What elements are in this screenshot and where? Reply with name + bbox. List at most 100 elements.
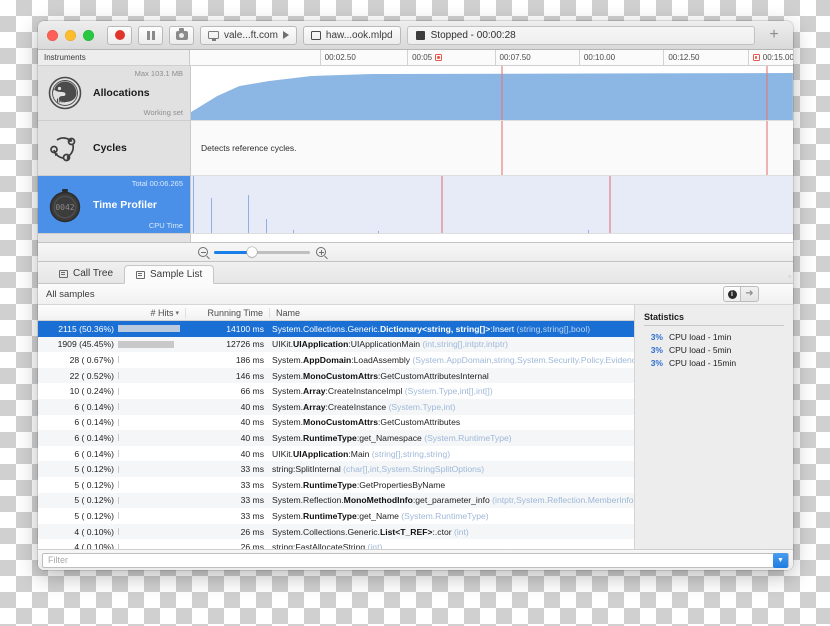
sample-list-table: # Hits ▾ Running Time Name 2115 (50.36%)…	[38, 305, 635, 549]
document-label: haw...ook.mlpd	[325, 29, 393, 41]
symbol-class: RuntimeType	[303, 432, 357, 443]
table-rows[interactable]: 2115 (50.36%) 14100 ms System.Collections.…	[38, 321, 634, 549]
hits-bar-track	[118, 528, 180, 536]
cell-name: System.Array:CreateInstanceImpl (System.…	[270, 386, 634, 396]
hits-bar-fill	[118, 434, 120, 442]
add-instrument-button[interactable]: +	[763, 25, 785, 45]
jump-button[interactable]: ➜	[741, 286, 759, 302]
cell-hits: 5 ( 0.12%)	[38, 511, 186, 521]
document-selector[interactable]: haw...ook.mlpd	[302, 25, 401, 45]
symbol-method: :SplitInternal	[293, 464, 341, 475]
table-row[interactable]: 22 ( 0.52%) 146 ms System.MonoCustomAttrs:…	[38, 367, 634, 384]
statistics-list: 3% CPU load - 1min 3% CPU load - 5min 3% CPU …	[644, 330, 784, 369]
allocations-graph[interactable]	[191, 66, 793, 121]
instrument-name: Cycles	[93, 142, 127, 154]
symbol-namespace: UIKit.	[272, 448, 294, 459]
table-row[interactable]: 1909 (45.45%) 12726 ms UIKit.UIApplication…	[38, 336, 634, 353]
cell-hits: 1909 (45.45%)	[38, 339, 186, 349]
symbol-class: AppDomain	[303, 354, 352, 365]
flag-marker-icon[interactable]	[435, 54, 443, 61]
tab-sample-list[interactable]: Sample List	[124, 265, 215, 284]
minimize-button[interactable]	[65, 29, 76, 41]
record-button[interactable]	[107, 25, 132, 45]
symbol-class: MonoCustomAttrs	[303, 370, 378, 381]
chevron-down-icon[interactable]: ▼	[773, 552, 788, 568]
zoom-slider[interactable]	[214, 247, 310, 257]
hits-bar-track	[118, 372, 180, 380]
camera-icon	[175, 28, 188, 40]
playhead-marker[interactable]	[501, 66, 504, 120]
playhead-marker[interactable]	[609, 176, 612, 233]
symbol-args: (char[],int,System.StringSplitOptions)	[340, 464, 485, 475]
hits-value: 5 ( 0.12%)	[74, 510, 114, 521]
sidebar-item-cycles[interactable]: Cycles	[38, 121, 190, 176]
hits-value: 6 ( 0.14%)	[74, 432, 114, 443]
sidebar-item-allocations[interactable]: Max 103.1 MB Allocations Working set	[38, 66, 190, 121]
symbol-method: :LoadAssembly	[351, 354, 411, 365]
pause-button[interactable]	[138, 25, 163, 45]
column-header-hits[interactable]: # Hits ▾	[38, 307, 186, 318]
filter-input[interactable]: Filter ▼	[42, 552, 789, 568]
resize-handle-icon[interactable]: ▫	[788, 272, 791, 281]
tab-call-tree[interactable]: Call Tree	[48, 264, 124, 283]
table-row[interactable]: 5 ( 0.12%) 33 ms string:SplitInternal (cha…	[38, 461, 634, 477]
symbol-namespace: System.	[272, 370, 304, 381]
cell-hits: 5 ( 0.12%)	[38, 464, 186, 474]
sidebar-item-time-profiler[interactable]: Total 00:06.265 0042 Time Profiler CPU T…	[38, 176, 190, 234]
table-row[interactable]: 4 ( 0.10%) 26 ms System.Collections.Generi…	[38, 523, 634, 540]
cell-hits: 6 ( 0.14%)	[38, 402, 186, 412]
transport-controls	[107, 25, 200, 45]
cell-name: UIKit.UIApplication:UIApplicationMain (i…	[270, 339, 634, 349]
scope-label: All samples	[46, 288, 95, 300]
table-row[interactable]: 4 ( 0.10%) 26 ms string:FastAllocateString…	[38, 539, 634, 549]
symbol-class: Array	[303, 386, 326, 397]
statistic-row: 3% CPU load - 5min	[644, 343, 784, 356]
filter-bar: Filter ▼	[38, 549, 793, 570]
status-text: Stopped - 00:00:28	[430, 29, 516, 41]
flag-marker-icon[interactable]	[752, 54, 760, 61]
hits-value: 28 ( 0.67%)	[69, 354, 114, 365]
allocations-icon	[45, 73, 85, 113]
statistic-value: 3%	[650, 344, 663, 355]
table-row[interactable]: 5 ( 0.12%) 33 ms System.Reflection.MonoMet…	[38, 492, 634, 509]
symbol-class: RuntimeType	[303, 479, 357, 490]
table-row[interactable]: 2115 (50.36%) 14100 ms System.Collections.…	[38, 321, 634, 337]
symbol-namespace: System.	[272, 510, 304, 521]
statistics-title: Statistics	[644, 312, 784, 326]
playhead-marker[interactable]	[765, 121, 768, 175]
zoom-in-icon[interactable]	[316, 247, 326, 257]
symbol-namespace: System.	[272, 386, 304, 397]
info-button[interactable]: i	[723, 286, 741, 302]
playhead-marker[interactable]	[765, 66, 768, 120]
statistic-row: 3% CPU load - 15min	[644, 356, 784, 369]
table-row[interactable]: 5 ( 0.12%) 33 ms System.RuntimeType:GetPro…	[38, 476, 634, 493]
instruments-window: vale...ft.com haw...ook.mlpd Stopped - 0…	[38, 21, 793, 570]
table-row[interactable]: 10 ( 0.24%) 66 ms System.Array:CreateInsta…	[38, 383, 634, 399]
hits-bar-track	[118, 465, 180, 473]
close-button[interactable]	[47, 29, 58, 41]
table-row[interactable]: 6 ( 0.14%) 40 ms System.Array:CreateInstan…	[38, 398, 634, 415]
snapshot-button[interactable]	[169, 25, 194, 45]
ruler-ticks[interactable]: 00:02.50 00:05 00:07.50 00:10.00 00:12.5…	[190, 50, 793, 65]
maximize-button[interactable]	[83, 29, 94, 41]
table-row[interactable]: 6 ( 0.14%) 40 ms System.RuntimeType:get_Na…	[38, 430, 634, 446]
zoom-slider-knob[interactable]	[246, 247, 257, 257]
table-row[interactable]: 6 ( 0.14%) 40 ms UIKit.UIApplication:Main …	[38, 445, 634, 462]
time-profiler-graph[interactable]	[191, 176, 793, 234]
target-device-selector[interactable]: vale...ft.com	[200, 25, 297, 45]
stopwatch-icon: 0042	[45, 185, 85, 225]
zoom-out-icon[interactable]	[198, 247, 208, 257]
table-row[interactable]: 28 ( 0.67%) 186 ms System.AppDomain:LoadAs…	[38, 352, 634, 368]
ruler-tick-label: 00:07.50	[499, 53, 531, 62]
symbol-class: Array	[303, 401, 326, 412]
column-header-running-time[interactable]: Running Time	[186, 307, 270, 318]
table-row[interactable]: 5 ( 0.12%) 33 ms System.RuntimeType:get_Na…	[38, 508, 634, 524]
cycles-graph[interactable]: Detects reference cycles.	[191, 121, 793, 176]
playhead-marker[interactable]	[501, 121, 504, 175]
hits-bar-fill	[118, 496, 120, 504]
column-header-name[interactable]: Name	[270, 308, 634, 318]
symbol-method: :get_Namespace	[356, 432, 422, 443]
symbol-args: (System.AppDomain,string,System.Security…	[412, 354, 634, 365]
table-row[interactable]: 6 ( 0.14%) 40 ms System.MonoCustomAttrs:Ge…	[38, 414, 634, 431]
playhead-marker[interactable]	[440, 176, 443, 233]
